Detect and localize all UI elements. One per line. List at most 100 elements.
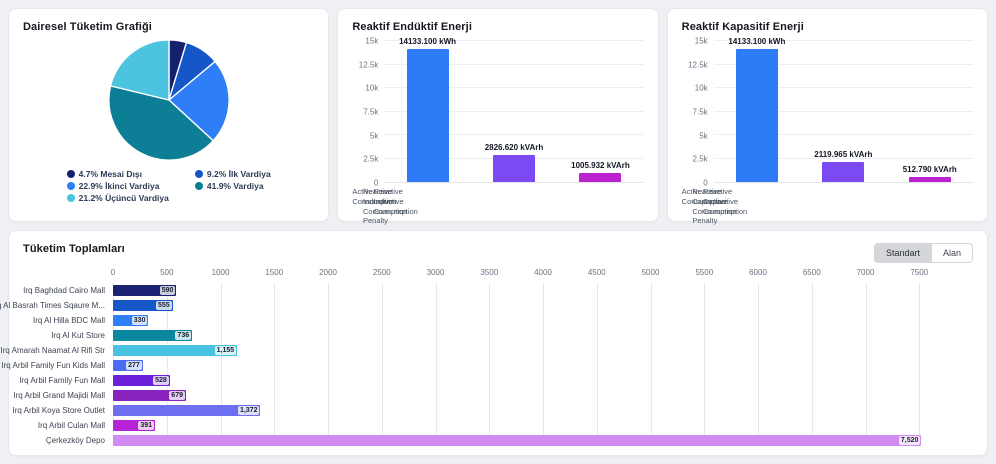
view-mode-segmented-control: Standart Alan <box>874 243 973 263</box>
capacitive-bar-chart: 02.5k5k7.5k10k12.5k15k14133.100 kWh2119.… <box>682 41 973 209</box>
bar <box>407 49 449 182</box>
x-axis-tick-label: 2500 <box>373 268 391 277</box>
bar-row: 391 <box>113 418 973 433</box>
x-axis-tick-label: 5000 <box>642 268 660 277</box>
bar-value-label: 1005.932 kVArh <box>571 161 630 170</box>
plot-area: 14133.100 kWh2826.620 kVArh1005.932 kVAr… <box>384 41 643 183</box>
x-axis-tick-label: 7000 <box>857 268 875 277</box>
bar-value-label: 2826.620 kVArh <box>485 143 544 152</box>
bar: 391 <box>113 420 155 431</box>
y-axis-tick-label: 10k <box>365 84 378 93</box>
bar-row: 1,372 <box>113 403 973 418</box>
bar-value-label: 330 <box>132 316 148 325</box>
category-label: Irq Arbil Grand Majidi Mall <box>23 388 113 403</box>
plot-area: 14133.100 kWh2119.965 kVArh512.790 kVArh <box>714 41 973 183</box>
legend-item[interactable]: 22.9% İkinci Vardiya <box>67 181 169 191</box>
top-row: Dairesel Tüketim Grafiği 4.7% Mesai Dışı… <box>8 8 988 222</box>
bar <box>909 177 951 182</box>
y-axis-tick-label: 15k <box>365 37 378 46</box>
capacitive-card-title: Reaktif Kapasitif Enerji <box>682 21 973 33</box>
category-labels: Irq Baghdad Cairo MallIrq Al Basrah Time… <box>23 283 113 448</box>
bar-row: 555 <box>113 298 973 313</box>
bar-value-label: 512.790 kVArh <box>903 165 957 174</box>
x-axis-tick-label: 5500 <box>695 268 713 277</box>
pie-chart-body: 4.7% Mesai Dışı 9.2% İlk Vardiya 22.9% İki… <box>23 33 314 209</box>
x-axis-tick-label: 4500 <box>588 268 606 277</box>
totals-card: Tüketim Toplamları Standart Alan 0500100… <box>8 230 988 456</box>
bar-row: 277 <box>113 358 973 373</box>
category-label: Reactive Inductive Consumption Penalty <box>363 183 374 209</box>
standart-view-button[interactable]: Standart <box>874 243 932 263</box>
x-axis: Active ConsumptionReactive Inductive Con… <box>352 183 384 209</box>
y-axis-tick-label: 0 <box>374 179 378 188</box>
x-axis-tick-label: 500 <box>160 268 173 277</box>
bar: 679 <box>113 390 186 401</box>
bar-value-label: 528 <box>153 376 169 385</box>
x-axis: Active ConsumptionReactive Capacitive Co… <box>682 183 714 209</box>
bar-value-label: 391 <box>138 421 154 430</box>
axis-corner <box>23 267 113 283</box>
bar: 330 <box>113 315 148 326</box>
bar-value-label: 277 <box>126 361 142 370</box>
bar-row: 679 <box>113 388 973 403</box>
bar-value-label: 1,155 <box>215 346 237 355</box>
category-label: Irq Al Basrah Times Sqaure M... <box>23 298 113 313</box>
x-axis-tick-label: 7500 <box>910 268 928 277</box>
bar: 277 <box>113 360 143 371</box>
legend-item[interactable]: 9.2% İlk Vardiya <box>195 169 271 179</box>
legend-item-label: 4.7% Mesai Dışı <box>79 169 142 179</box>
x-axis-tick-label: 2000 <box>319 268 337 277</box>
bar <box>736 49 778 182</box>
bar: 1,155 <box>113 345 237 356</box>
legend-item-label: 21.2% Üçüncü Vardiya <box>79 193 169 203</box>
legend-dot <box>67 170 75 178</box>
x-axis-tick-label: 6500 <box>803 268 821 277</box>
pie-chart <box>106 37 232 163</box>
plot-area: 590 555 330 736 1,155 277 528679 1,372 391 7,520 <box>113 283 973 448</box>
y-axis-tick-label: 15k <box>695 37 708 46</box>
bar-value-label: 679 <box>169 391 185 400</box>
legend-item[interactable]: 21.2% Üçüncü Vardiya <box>67 193 169 203</box>
y-axis-tick-label: 12.5k <box>359 60 379 69</box>
category-label: Irq Arbil Culan Mall <box>23 418 113 433</box>
legend-item-label: 41.9% Vardiya <box>207 181 264 191</box>
y-axis-tick-label: 2.5k <box>363 155 378 164</box>
bar: 1,372 <box>113 405 260 416</box>
legend-dot <box>195 170 203 178</box>
bar-value-label: 7,520 <box>899 436 921 445</box>
y-axis-tick-label: 2.5k <box>693 155 708 164</box>
bar-row: 590 <box>113 283 973 298</box>
bar <box>579 173 621 182</box>
bar-value-label: 590 <box>160 286 176 295</box>
alan-view-button[interactable]: Alan <box>932 243 973 263</box>
x-axis-tick-label: 3500 <box>480 268 498 277</box>
category-label: Irq Al Hilla BDC Mall <box>23 313 113 328</box>
bar: 736 <box>113 330 192 341</box>
category-label: Irq Baghdad Cairo Mall <box>23 283 113 298</box>
totals-bar-chart: 0500100015002000250030003500400045005000… <box>23 267 973 448</box>
y-axis-tick-label: 7.5k <box>363 108 378 117</box>
y-axis: 02.5k5k7.5k10k12.5k15k <box>352 41 384 183</box>
capacitive-energy-card: Reaktif Kapasitif Enerji 02.5k5k7.5k10k1… <box>667 8 988 222</box>
x-axis-tick-label: 0 <box>111 268 115 277</box>
legend-dot <box>67 182 75 190</box>
y-axis-tick-label: 5k <box>699 131 707 140</box>
inductive-card-title: Reaktif Endüktif Enerji <box>352 21 643 33</box>
pie-card: Dairesel Tüketim Grafiği 4.7% Mesai Dışı… <box>8 8 329 222</box>
y-axis-tick-label: 12.5k <box>688 60 708 69</box>
y-axis-tick-label: 0 <box>703 179 707 188</box>
inductive-energy-card: Reaktif Endüktif Enerji 02.5k5k7.5k10k12… <box>337 8 658 222</box>
y-axis: 02.5k5k7.5k10k12.5k15k <box>682 41 714 183</box>
category-label: Active Consumption <box>682 183 693 209</box>
bar <box>493 155 535 182</box>
x-axis-tick-label: 4000 <box>534 268 552 277</box>
bar: 7,520 <box>113 435 921 446</box>
bar-row: 736 <box>113 328 973 343</box>
category-label: Reactive Capacitive Consumption Penalty <box>692 183 703 209</box>
bar-row: 528 <box>113 373 973 388</box>
y-axis-tick-label: 7.5k <box>693 108 708 117</box>
category-label: Irq Al Kut Store <box>23 328 113 343</box>
legend-item[interactable]: 41.9% Vardiya <box>195 181 271 191</box>
bar-value-label: 1,372 <box>238 406 260 415</box>
legend-item[interactable]: 4.7% Mesai Dışı <box>67 169 169 179</box>
